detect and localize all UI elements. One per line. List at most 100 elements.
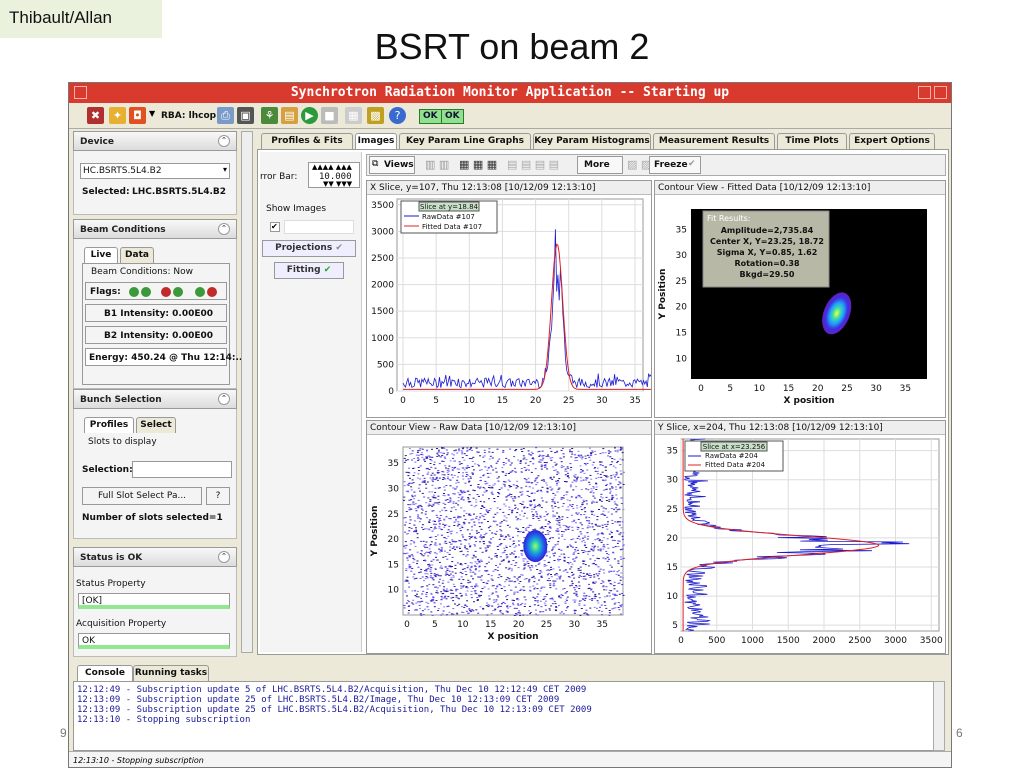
noise-pixel: [548, 580, 551, 582]
status-header[interactable]: Status is OK ⌃: [73, 547, 237, 567]
tab-profiles[interactable]: Profiles: [84, 417, 134, 433]
noise-pixel: [491, 592, 494, 594]
collapse-icon[interactable]: ⌃: [218, 223, 230, 235]
collapse-icon[interactable]: ⌃: [218, 393, 230, 405]
noise-pixel: [588, 598, 591, 600]
contour-fit-plot[interactable]: Contour View - Fitted Data [10/12/09 12:…: [654, 180, 946, 418]
device-select[interactable]: HC.BSRTS.5L4.B2 ▾: [80, 163, 230, 179]
tile-icon[interactable]: ▦ ▦ ▦: [459, 158, 497, 171]
help-button[interactable]: ?: [206, 487, 230, 505]
noise-pixel: [602, 569, 605, 571]
rba-dropdown-icon[interactable]: ▼: [149, 109, 155, 118]
noise-pixel: [408, 509, 411, 511]
error-bar-spinner[interactable]: ▲▲▲▲ ▲▲▲ 10.000 ▼▼ ▼▼▼: [308, 162, 360, 188]
noise-pixel: [596, 519, 599, 521]
open-icon[interactable]: ▤: [281, 107, 298, 124]
console-scrollbar[interactable]: [933, 681, 945, 751]
grid-icon[interactable]: ▩: [367, 107, 384, 124]
noise-pixel: [588, 520, 591, 522]
tab-key-param-line-graphs[interactable]: Key Param Line Graphs: [399, 133, 531, 149]
tab-profiles-fits[interactable]: Profiles & Fits: [261, 133, 353, 149]
noise-pixel: [507, 489, 510, 491]
selection-input[interactable]: [132, 461, 232, 478]
noise-pixel: [408, 507, 411, 508]
noise-pixel: [414, 530, 417, 531]
noise-pixel: [418, 470, 421, 471]
noise-pixel: [544, 534, 547, 535]
tab-data[interactable]: Data: [120, 247, 154, 263]
tab-live[interactable]: Live: [84, 247, 118, 263]
x-slice-plot[interactable]: X Slice, y=107, Thu 12:13:08 [10/12/09 1…: [366, 180, 652, 418]
noise-pixel: [411, 459, 413, 461]
left-scrollbar[interactable]: [241, 131, 253, 653]
noise-pixel: [450, 530, 453, 532]
noise-pixel: [425, 592, 428, 593]
noise-pixel: [405, 471, 408, 473]
noise-pixel: [459, 563, 462, 565]
maximize-icon[interactable]: [934, 86, 947, 99]
noise-pixel: [417, 454, 420, 456]
collapse-icon[interactable]: ⌃: [218, 551, 230, 563]
tree-icon[interactable]: ⚘: [261, 107, 278, 124]
noise-pixel: [505, 567, 508, 569]
tab-expert-options[interactable]: Expert Options: [849, 133, 935, 149]
views-button[interactable]: ⧉ Views: [369, 156, 415, 174]
full-slot-select-button[interactable]: Full Slot Select Pa...: [82, 487, 202, 505]
tab-measurement-results[interactable]: Measurement Results: [653, 133, 775, 149]
show-images-checkbox[interactable]: ✔: [270, 222, 280, 232]
noise-pixel: [448, 517, 451, 519]
window-menu-icon[interactable]: [74, 86, 87, 99]
noise-pixel: [513, 591, 516, 593]
collapse-icon[interactable]: ⌃: [218, 135, 230, 147]
more-button[interactable]: More: [577, 156, 623, 174]
contour-raw-plot[interactable]: Contour View - Raw Data [10/12/09 12:13:…: [366, 420, 652, 654]
noise-pixel: [584, 507, 586, 509]
tab-time-plots[interactable]: Time Plots: [777, 133, 847, 149]
y-slice-plot[interactable]: Y Slice, x=204, Thu 12:13:08 [10/12/09 1…: [654, 420, 946, 654]
save-icon[interactable]: ▣: [237, 107, 254, 124]
noise-pixel: [580, 489, 583, 490]
noise-pixel: [605, 500, 608, 501]
noise-pixel: [435, 523, 437, 525]
export-icon[interactable]: ▨ ▨: [627, 158, 651, 171]
tab-running-tasks[interactable]: Running tasks: [133, 665, 209, 681]
noise-pixel: [415, 577, 418, 579]
noise-pixel: [565, 494, 568, 496]
beam-header[interactable]: Beam Conditions ⌃: [73, 219, 237, 239]
fitting-button[interactable]: Fitting ✔: [274, 262, 344, 279]
tab-console[interactable]: Console: [77, 665, 133, 681]
play-icon[interactable]: ▶: [301, 107, 318, 124]
freeze-button[interactable]: Freeze ✔: [649, 156, 701, 174]
noise-pixel: [422, 528, 425, 530]
acq-value: OK: [78, 633, 230, 649]
key-icon[interactable]: ✦: [109, 107, 126, 124]
tab-images[interactable]: Images: [355, 133, 397, 149]
tab-select[interactable]: Select: [136, 417, 176, 433]
cascade-icon[interactable]: ▤ ▤ ▤ ▤: [507, 158, 559, 171]
projections-button[interactable]: Projections ✔: [262, 240, 356, 257]
noise-pixel: [474, 550, 477, 552]
settings-icon[interactable]: ▦: [345, 107, 362, 124]
noise-pixel: [425, 568, 428, 570]
rba-label[interactable]: RBA: lhcop: [161, 111, 216, 121]
device-header[interactable]: Device ⌃: [73, 131, 237, 151]
noise-pixel: [554, 552, 557, 554]
x-tick-label: 0: [678, 636, 684, 646]
noise-pixel: [539, 454, 542, 456]
console-log[interactable]: 12:12:49 - Subscription update 5 of LHC.…: [73, 681, 935, 751]
noise-pixel: [422, 555, 425, 557]
print-icon[interactable]: ⎙: [217, 107, 234, 124]
noise-pixel: [557, 533, 560, 535]
noise-pixel: [517, 508, 519, 510]
layout-icon[interactable]: ▥ ▥: [425, 158, 449, 171]
noise-pixel: [583, 463, 586, 465]
noise-pixel: [516, 578, 519, 579]
exit-icon[interactable]: ✖: [87, 107, 104, 124]
stop-square-icon[interactable]: ■: [321, 107, 338, 124]
noise-pixel: [546, 491, 549, 493]
minimize-icon[interactable]: [918, 86, 931, 99]
help-icon[interactable]: ?: [389, 107, 406, 124]
tab-key-param-histograms[interactable]: Key Param Histograms: [533, 133, 651, 149]
bunch-header[interactable]: Bunch Selection ⌃: [73, 389, 237, 409]
stop-icon[interactable]: ◘: [129, 107, 146, 124]
